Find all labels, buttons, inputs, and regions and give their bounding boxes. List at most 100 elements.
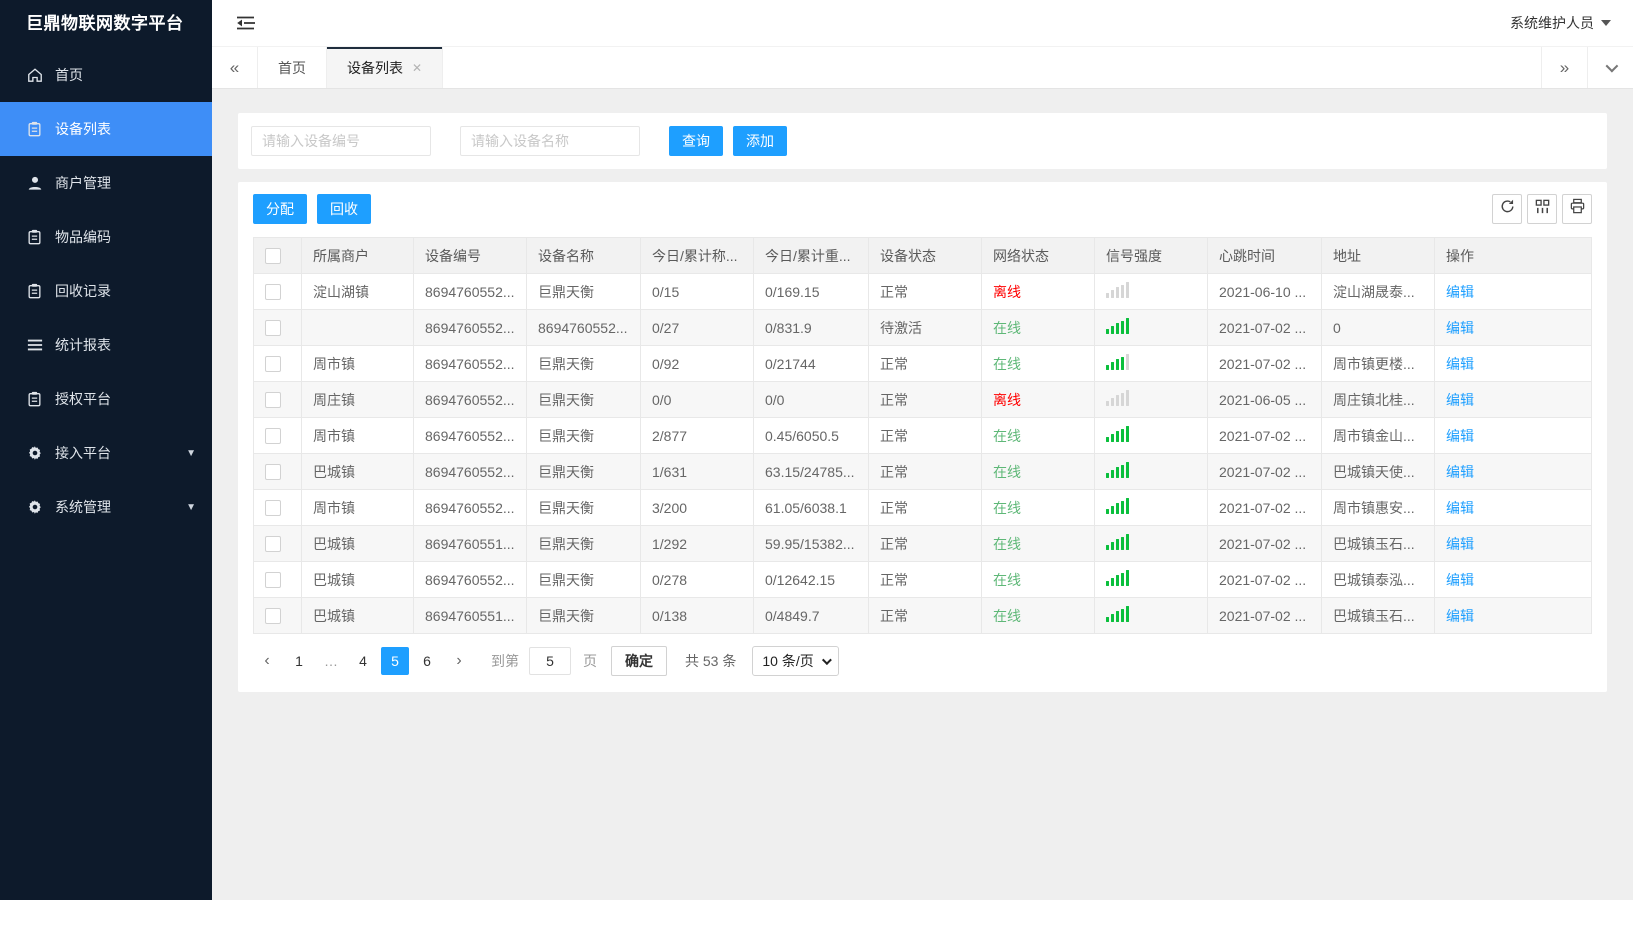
- signal-cell: [1094, 453, 1208, 490]
- column-header: 地址: [1321, 237, 1435, 274]
- sidebar-item-statistics-report[interactable]: 统计报表: [0, 318, 212, 372]
- network-status-cell: 在线: [981, 417, 1095, 454]
- row-checkbox[interactable]: [265, 608, 281, 625]
- row-checkbox[interactable]: [265, 536, 281, 553]
- tabs-scroll-left-icon[interactable]: «: [212, 47, 258, 88]
- sidebar-item-recycle-records[interactable]: 回收记录: [0, 264, 212, 318]
- signal-cell: [1094, 345, 1208, 382]
- device-name-cell: 巨鼎天衡: [526, 489, 641, 526]
- device-name-input[interactable]: [460, 126, 640, 156]
- table-row: 巴城镇 8694760552... 巨鼎天衡 1/631 63.15/24785... 正…: [253, 453, 1592, 490]
- page-button-1[interactable]: 1: [285, 647, 313, 675]
- edit-link[interactable]: 编辑: [1446, 284, 1474, 300]
- prev-page-button[interactable]: ‹: [253, 647, 281, 675]
- add-button[interactable]: 添加: [733, 126, 787, 156]
- sidebar-item-device-list[interactable]: 设备列表: [0, 102, 212, 156]
- next-page-button[interactable]: ›: [445, 647, 473, 675]
- page-button-4[interactable]: 4: [349, 647, 377, 675]
- confirm-page-button[interactable]: 确定: [611, 646, 667, 676]
- table-row: 周庄镇 8694760552... 巨鼎天衡 0/0 0/0 正常 离线 2021-06-05…: [253, 381, 1592, 418]
- edit-link[interactable]: 编辑: [1446, 356, 1474, 372]
- edit-link[interactable]: 编辑: [1446, 608, 1474, 624]
- network-status-badge: 离线: [993, 391, 1021, 408]
- user-menu[interactable]: 系统维护人员: [1510, 13, 1611, 33]
- device-no-input[interactable]: [251, 126, 431, 156]
- network-status-cell: 离线: [981, 381, 1095, 418]
- close-icon[interactable]: ✕: [412, 61, 422, 75]
- page-button-5[interactable]: 5: [381, 647, 409, 675]
- edit-link[interactable]: 编辑: [1446, 572, 1474, 588]
- signal-strength-icon: [1106, 426, 1129, 442]
- device-status-cell: 正常: [868, 417, 982, 454]
- sidebar-item-home[interactable]: 首页: [0, 48, 212, 102]
- sidebar-item-label: 系统管理: [55, 499, 111, 515]
- sidebar-item-label: 商户管理: [55, 175, 111, 191]
- row-checkbox[interactable]: [265, 356, 281, 373]
- app-title: 巨鼎物联网数字平台: [26, 14, 184, 33]
- row-checkbox[interactable]: [265, 284, 281, 301]
- page-buttons: 1 … 4 5 6: [285, 647, 441, 675]
- page-button-6[interactable]: 6: [413, 647, 441, 675]
- tabs-dropdown-icon[interactable]: [1587, 47, 1633, 88]
- sidebar-item-system-management[interactable]: 系统管理 ▼: [0, 480, 212, 534]
- row-checkbox[interactable]: [265, 428, 281, 445]
- table-row: 淀山湖镇 8694760552... 巨鼎天衡 0/15 0/169.15 正常 离线 202…: [253, 273, 1592, 310]
- today-weight-cell: 0/4849.7: [753, 597, 869, 634]
- sidebar-item-merchant-management[interactable]: 商户管理: [0, 156, 212, 210]
- today-count-cell: 0/27: [640, 309, 754, 346]
- tabs-scroll-right-icon[interactable]: »: [1541, 47, 1587, 88]
- column-header: 设备编号: [413, 237, 527, 274]
- sidebar-item-item-code[interactable]: 物品编码: [0, 210, 212, 264]
- network-status-cell: 在线: [981, 345, 1095, 382]
- edit-link[interactable]: 编辑: [1446, 464, 1474, 480]
- sidebar-item-access-platform[interactable]: 接入平台 ▼: [0, 426, 212, 480]
- assign-button[interactable]: 分配: [253, 194, 307, 224]
- today-weight-cell: 59.95/15382...: [753, 525, 869, 562]
- edit-link[interactable]: 编辑: [1446, 500, 1474, 516]
- recycle-button[interactable]: 回收: [317, 194, 371, 224]
- edit-link[interactable]: 编辑: [1446, 536, 1474, 552]
- page-size-select[interactable]: 10 条/页: [752, 646, 839, 676]
- goto-page-input[interactable]: [529, 647, 571, 675]
- print-button[interactable]: [1562, 194, 1592, 224]
- today-weight-cell: 0/831.9: [753, 309, 869, 346]
- collapse-sidebar-icon[interactable]: [236, 15, 255, 31]
- device-status-cell: 正常: [868, 345, 982, 382]
- today-weight-cell: 0/21744: [753, 345, 869, 382]
- select-all-checkbox[interactable]: [265, 248, 281, 265]
- sidebar-item-auth-platform[interactable]: 授权平台: [0, 372, 212, 426]
- edit-link[interactable]: 编辑: [1446, 428, 1474, 444]
- signal-cell: [1094, 309, 1208, 346]
- device-no-cell: 8694760552...: [413, 273, 527, 310]
- device-name-cell: 巨鼎天衡: [526, 453, 641, 490]
- goto-page-label: 到第: [491, 653, 519, 669]
- query-button[interactable]: 查询: [669, 126, 723, 156]
- network-status-badge: 在线: [993, 607, 1021, 624]
- today-weight-cell: 0/0: [753, 381, 869, 418]
- page-background: [0, 900, 1633, 937]
- device-no-cell: 8694760552...: [413, 489, 527, 526]
- refresh-button[interactable]: [1492, 194, 1522, 224]
- tab-device-list[interactable]: 设备列表 ✕: [327, 47, 444, 88]
- edit-link[interactable]: 编辑: [1446, 320, 1474, 336]
- today-count-cell: 1/292: [640, 525, 754, 562]
- columns-filter-button[interactable]: [1527, 194, 1557, 224]
- row-checkbox[interactable]: [265, 464, 281, 481]
- merchant-cell: 周市镇: [301, 345, 414, 382]
- row-checkbox[interactable]: [265, 572, 281, 589]
- tab-home[interactable]: 首页: [258, 47, 327, 88]
- row-checkbox[interactable]: [265, 500, 281, 517]
- doc-icon: [26, 283, 43, 300]
- columns-filter-icon: [1534, 198, 1551, 220]
- tab-spacer: [443, 47, 1541, 88]
- edit-link[interactable]: 编辑: [1446, 392, 1474, 408]
- row-checkbox[interactable]: [265, 320, 281, 337]
- device-status-cell: 待激活: [868, 309, 982, 346]
- checkbox-cell: [253, 453, 302, 490]
- heartbeat-cell: 2021-07-02 ...: [1207, 309, 1322, 346]
- tab-label: 设备列表: [347, 59, 403, 76]
- device-no-cell: 8694760552...: [413, 561, 527, 598]
- network-status-badge: 在线: [993, 535, 1021, 552]
- row-checkbox[interactable]: [265, 392, 281, 409]
- today-count-cell: 3/200: [640, 489, 754, 526]
